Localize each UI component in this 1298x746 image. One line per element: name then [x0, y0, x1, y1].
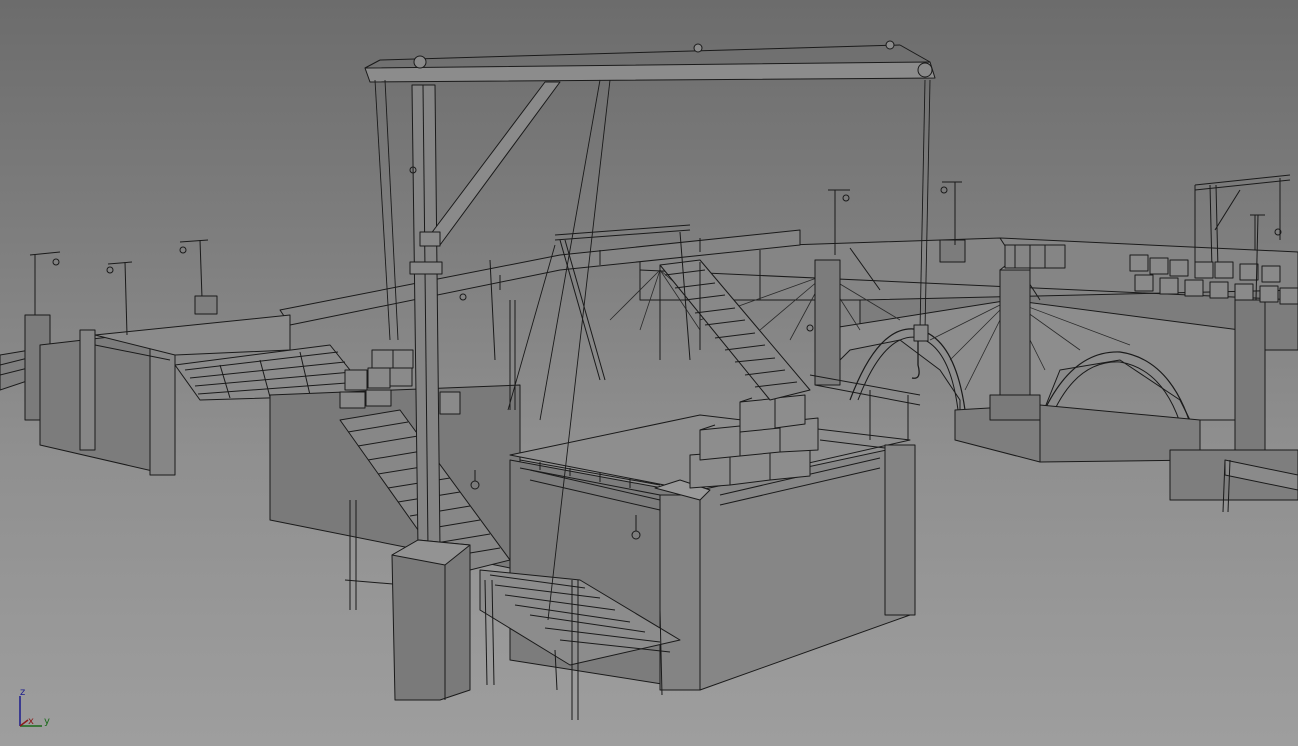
- axis-gizmo: z x y: [19, 687, 50, 727]
- wireframe-harbor-scene[interactable]: [0, 0, 1298, 746]
- y-axis-label: y: [44, 716, 50, 727]
- x-axis-line: [19, 719, 29, 727]
- z-axis-label: z: [20, 687, 25, 698]
- crate-stack-front[interactable]: [689, 394, 819, 489]
- x-axis-label: x: [28, 716, 34, 727]
- 3d-viewport[interactable]: z x y: [0, 0, 1298, 746]
